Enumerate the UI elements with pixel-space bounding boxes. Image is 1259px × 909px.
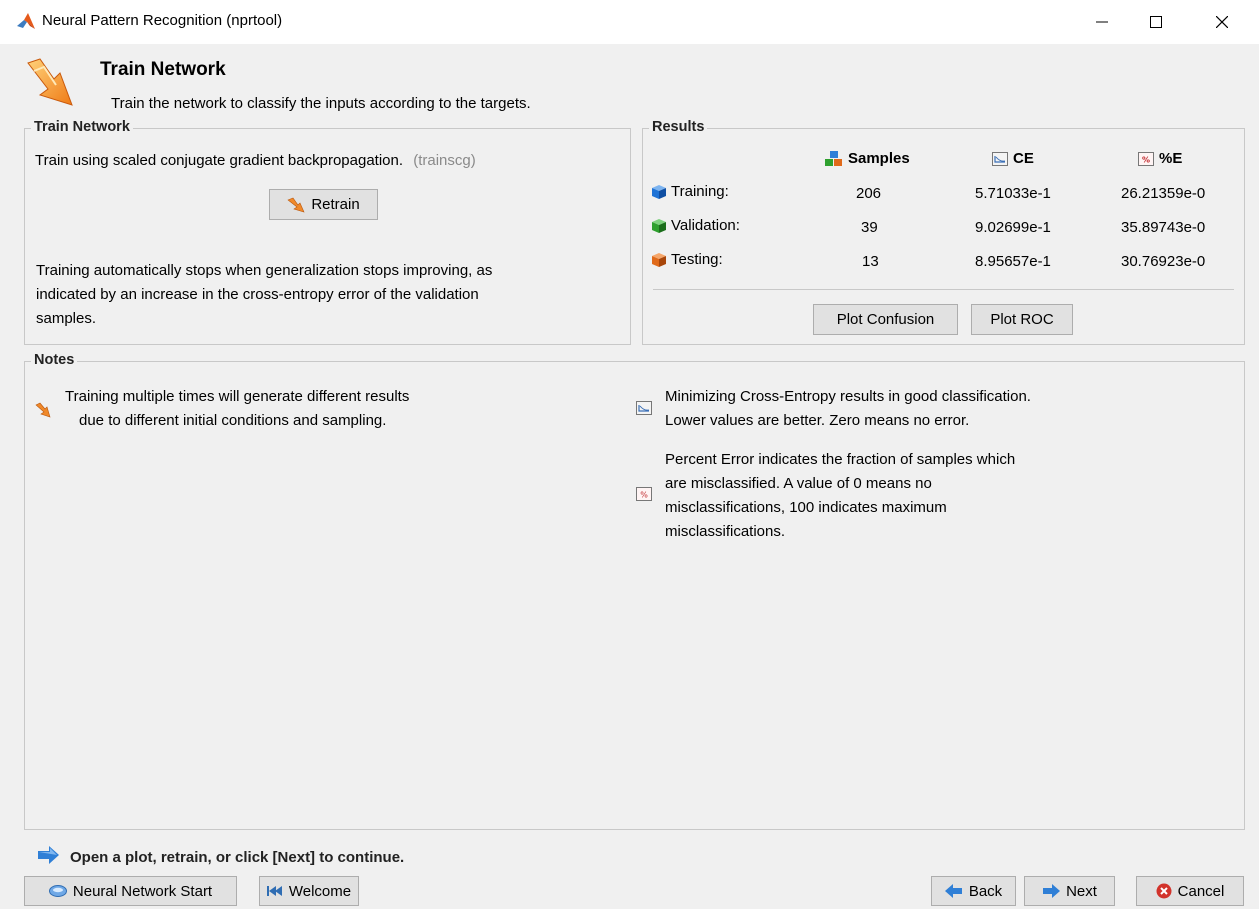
train-network-icon xyxy=(27,58,73,106)
train-network-panel-label: Train Network xyxy=(31,119,133,135)
page-subtitle: Train the network to classify the inputs… xyxy=(111,95,531,112)
samples-column-header: Samples xyxy=(825,150,910,167)
next-button-arrow-icon xyxy=(1043,884,1061,898)
validation-samples-value: 39 xyxy=(861,219,878,236)
percent-error-note: Percent Error indicates the fraction of … xyxy=(665,448,1015,544)
minimize-icon xyxy=(1096,21,1108,23)
neural-network-start-button[interactable]: Neural Network Start xyxy=(24,876,237,906)
training-ce-value: 5.71033e-1 xyxy=(975,185,1051,202)
back-label: Back xyxy=(968,882,1003,900)
notes-panel: Notes Training multiple times will gener… xyxy=(24,352,1245,830)
next-arrow-icon xyxy=(38,846,59,864)
minimize-button[interactable] xyxy=(1079,0,1125,44)
note-line: Lower values are better. Zero means no e… xyxy=(665,412,970,429)
plot-roc-label: Plot ROC xyxy=(990,311,1054,328)
svg-text:%: % xyxy=(1142,155,1150,164)
neural-network-start-icon xyxy=(48,885,67,897)
stop-note-line: indicated by an increase in the cross-en… xyxy=(36,286,479,303)
training-algorithm-description: Train using scaled conjugate gradient ba… xyxy=(35,152,476,169)
testing-pe-value: 30.76923e-0 xyxy=(1121,253,1206,270)
next-label: Next xyxy=(1066,882,1097,900)
retrain-button[interactable]: Retrain xyxy=(269,189,378,220)
samples-header-label: Samples xyxy=(848,150,910,167)
percent-error-note-icon: % xyxy=(636,487,652,501)
training-algorithm-name: (trainscg) xyxy=(413,152,476,169)
status-message: Open a plot, retrain, or click [Next] to… xyxy=(70,849,405,866)
retrain-icon xyxy=(287,197,305,212)
stop-note-line: Training automatically stops when genera… xyxy=(36,262,493,279)
note-line: due to different initial conditions and … xyxy=(79,412,387,429)
note-line: Training multiple times will generate di… xyxy=(65,388,410,405)
training-pe-value: 26.21359e-0 xyxy=(1121,185,1206,202)
cross-entropy-icon xyxy=(992,151,1008,166)
retrain-note: Training multiple times will generate di… xyxy=(65,385,409,433)
testing-row-label: Testing: xyxy=(651,251,723,268)
welcome-label: Welcome xyxy=(288,882,352,900)
note-line: Minimizing Cross-Entropy results in good… xyxy=(665,388,1031,405)
samples-icon xyxy=(825,150,842,166)
nprtool-window: Neural Pattern Recognition (nprtool) Tra… xyxy=(0,0,1259,909)
training-label: Training: xyxy=(671,183,729,200)
page-title: Train Network xyxy=(100,59,226,80)
validation-row-label: Validation: xyxy=(651,217,740,234)
testing-cube-icon xyxy=(652,252,666,267)
cross-entropy-note-icon xyxy=(636,401,652,415)
validation-label: Validation: xyxy=(671,217,740,234)
cancel-label: Cancel xyxy=(1177,882,1225,900)
cancel-button[interactable]: Cancel xyxy=(1136,876,1244,906)
training-samples-value: 206 xyxy=(856,185,882,202)
plot-roc-button[interactable]: Plot ROC xyxy=(971,304,1073,335)
results-divider xyxy=(653,289,1234,290)
ce-column-header: CE xyxy=(992,150,1034,167)
stop-criteria-note: Training automatically stops when genera… xyxy=(36,259,492,331)
validation-pe-value: 35.89743e-0 xyxy=(1121,219,1206,236)
cancel-icon xyxy=(1156,883,1172,899)
neural-network-start-label: Neural Network Start xyxy=(72,882,213,900)
note-line: are misclassified. A value of 0 means no xyxy=(665,475,932,492)
plot-confusion-button[interactable]: Plot Confusion xyxy=(813,304,958,335)
maximize-icon xyxy=(1150,16,1162,28)
plot-confusion-label: Plot Confusion xyxy=(836,311,935,328)
validation-cube-icon xyxy=(652,218,666,233)
maximize-button[interactable] xyxy=(1133,0,1179,44)
back-arrow-icon xyxy=(944,884,962,898)
train-network-panel: Train Network Train using scaled conjuga… xyxy=(24,119,631,345)
close-button[interactable] xyxy=(1199,0,1245,44)
testing-samples-value: 13 xyxy=(862,253,879,270)
note-line: misclassifications. xyxy=(665,523,786,540)
training-row-label: Training: xyxy=(651,183,729,200)
results-panel: Results Samples CE % %E Training: 206 5.… xyxy=(642,119,1245,345)
matlab-icon xyxy=(17,13,35,29)
note-line: misclassifications, 100 indicates maximu… xyxy=(665,499,947,516)
note-line: Percent Error indicates the fraction of … xyxy=(665,451,1016,468)
stop-note-line: samples. xyxy=(36,310,97,327)
next-button[interactable]: Next xyxy=(1024,876,1115,906)
cross-entropy-note: Minimizing Cross-Entropy results in good… xyxy=(665,385,1031,433)
welcome-button[interactable]: Welcome xyxy=(259,876,359,906)
back-button[interactable]: Back xyxy=(931,876,1016,906)
ce-header-label: CE xyxy=(1013,150,1034,167)
svg-text:%: % xyxy=(640,491,648,500)
window-title: Neural Pattern Recognition (nprtool) xyxy=(42,12,283,29)
retrain-label: Retrain xyxy=(311,196,360,213)
training-description: Train using scaled conjugate gradient ba… xyxy=(35,152,404,169)
training-cube-icon xyxy=(652,184,666,199)
title-bar: Neural Pattern Recognition (nprtool) xyxy=(0,0,1259,44)
percent-error-icon: % xyxy=(1138,151,1154,166)
rewind-icon xyxy=(266,886,282,896)
validation-ce-value: 9.02699e-1 xyxy=(975,219,1051,236)
results-panel-label: Results xyxy=(649,119,708,135)
testing-label: Testing: xyxy=(671,251,723,268)
percent-error-column-header: % %E xyxy=(1138,150,1182,167)
notes-panel-label: Notes xyxy=(31,352,78,368)
testing-ce-value: 8.95657e-1 xyxy=(975,253,1051,270)
close-icon xyxy=(1216,16,1228,28)
train-note-icon xyxy=(35,402,51,418)
percent-error-header-label: %E xyxy=(1159,150,1183,167)
